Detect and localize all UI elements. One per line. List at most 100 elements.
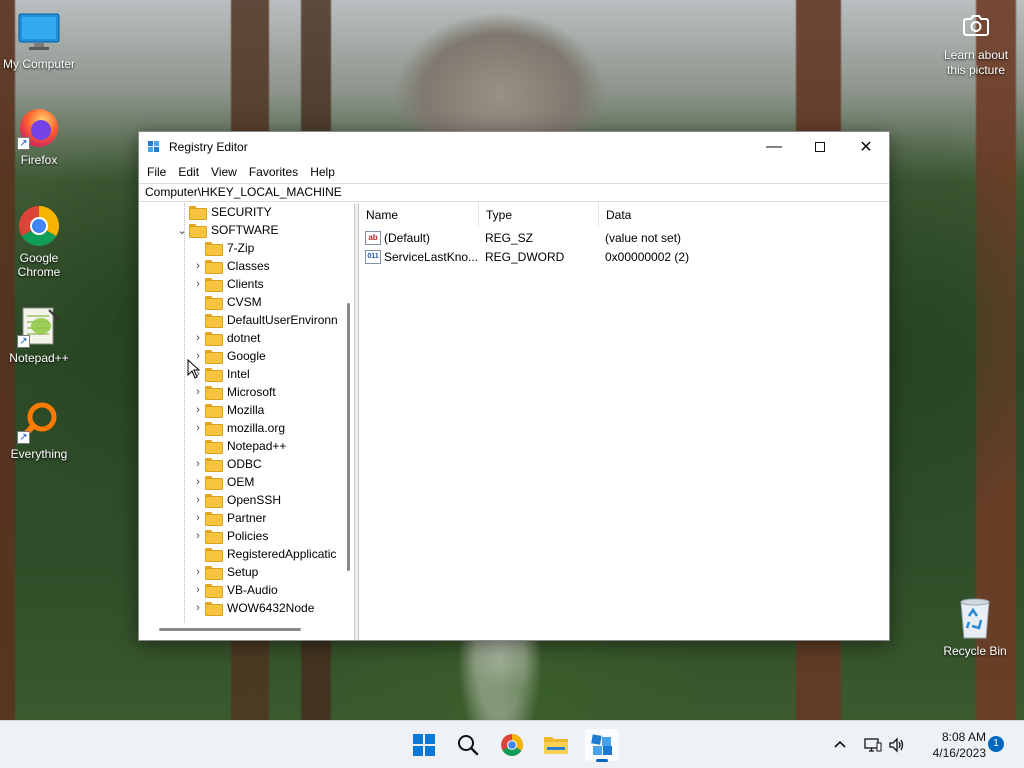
chrome-icon — [17, 204, 61, 248]
chevron-right-icon[interactable]: › — [191, 530, 205, 542]
chevron-right-icon[interactable]: › — [191, 476, 205, 488]
tree-item-registeredapplications[interactable]: RegisteredApplicatic — [191, 545, 336, 563]
taskbar-file-explorer[interactable] — [539, 729, 573, 761]
list-header: Name Type Data — [359, 203, 889, 227]
taskbar-registry-editor[interactable] — [585, 729, 619, 762]
tree-item-defaultuserenvironment[interactable]: DefaultUserEnvironn — [191, 311, 338, 329]
tray-overflow[interactable] — [832, 721, 848, 768]
tree-item-partner[interactable]: › Partner — [191, 509, 266, 527]
tree-item-oem[interactable]: › OEM — [191, 473, 254, 491]
chevron-up-icon — [834, 740, 846, 748]
column-header-type[interactable]: Type — [479, 203, 599, 227]
tree-item-label: DefaultUserEnvironn — [227, 313, 338, 327]
taskbar-chrome[interactable] — [495, 729, 529, 761]
folder-icon — [205, 584, 223, 598]
folder-icon — [205, 242, 223, 256]
binary-value-icon: 011 — [365, 249, 381, 264]
chevron-right-icon[interactable]: › — [191, 494, 205, 506]
chevron-right-icon[interactable]: › — [191, 260, 205, 272]
folder-icon — [205, 278, 223, 292]
menu-edit[interactable]: Edit — [172, 161, 205, 183]
chevron-right-icon[interactable]: › — [191, 566, 205, 578]
key-tree-pane[interactable]: SECURITY ⌄ SOFTWARE 7-Zip › Classes › Clien… — [139, 203, 355, 640]
tree-item-7zip[interactable]: 7-Zip — [191, 239, 254, 257]
folder-icon — [205, 512, 223, 526]
notification-badge[interactable]: 1 — [988, 736, 1004, 752]
value-name: ServiceLastKno... — [384, 249, 479, 264]
column-header-data[interactable]: Data — [599, 203, 749, 227]
chevron-right-icon[interactable]: › — [191, 512, 205, 524]
monitor-icon — [17, 10, 61, 54]
desktop-icon-everything[interactable]: ↗ Everything — [1, 400, 77, 461]
values-list-pane[interactable]: Name Type Data ab (Default) REG_SZ (valu… — [359, 203, 889, 640]
tree-item-notepadpp[interactable]: Notepad++ — [191, 437, 286, 455]
tree-item-microsoft[interactable]: › Microsoft — [191, 383, 276, 401]
value-row-default[interactable]: ab (Default) REG_SZ (value not set) — [359, 228, 755, 247]
learn-line-2: this picture — [946, 63, 1006, 77]
menu-view[interactable]: View — [205, 161, 243, 183]
tray-network[interactable] — [864, 721, 882, 768]
tree-item-google[interactable]: › Google — [191, 347, 266, 365]
desktop-icon-notepadpp[interactable]: ↗ Notepad++ — [1, 304, 77, 365]
chevron-right-icon[interactable]: › — [191, 602, 205, 614]
folder-icon — [189, 224, 207, 238]
value-row-servicelastknown[interactable]: 011 ServiceLastKno... REG_DWORD 0x000000… — [359, 247, 755, 266]
tree-item-openssh[interactable]: › OpenSSH — [191, 491, 281, 509]
tree-item-label: Mozilla — [227, 403, 265, 417]
tree-item-security[interactable]: SECURITY — [175, 203, 272, 221]
chevron-right-icon[interactable]: › — [191, 386, 205, 398]
tree-vertical-scrollbar[interactable] — [347, 303, 350, 571]
menu-favorites[interactable]: Favorites — [243, 161, 304, 183]
tree-item-dotnet[interactable]: › dotnet — [191, 329, 260, 347]
maximize-button[interactable] — [797, 132, 843, 161]
chevron-right-icon[interactable]: › — [191, 404, 205, 416]
title-bar[interactable]: Registry Editor — ✕ — [139, 132, 889, 161]
chevron-down-icon[interactable]: ⌄ — [175, 224, 189, 237]
tree-item-setup[interactable]: › Setup — [191, 563, 258, 581]
desktop-icon-firefox[interactable]: ↗ Firefox — [1, 106, 77, 167]
chevron-right-icon[interactable]: › — [191, 458, 205, 470]
tree-item-software[interactable]: ⌄ SOFTWARE — [175, 221, 279, 239]
tree-guide-line — [184, 203, 185, 623]
desktop-icon-recycle-bin[interactable]: Recycle Bin — [940, 596, 1010, 658]
chevron-right-icon[interactable]: › — [191, 332, 205, 344]
address-bar[interactable]: Computer\HKEY_LOCAL_MACHINE — [139, 183, 889, 202]
registry-editor-window[interactable]: Registry Editor — ✕ File Edit View Favor… — [138, 131, 890, 641]
tree-item-wow6432node[interactable]: › WOW6432Node — [191, 599, 314, 617]
tree-item-label: VB-Audio — [227, 583, 278, 597]
tray-volume[interactable] — [888, 721, 906, 768]
registry-editor-icon — [591, 734, 612, 755]
network-icon — [864, 738, 882, 752]
value-type: REG_SZ — [485, 230, 534, 245]
tree-item-mozilla-org[interactable]: › mozilla.org — [191, 419, 285, 437]
desktop-icon-label: My Computer — [2, 57, 76, 71]
tree-item-clients[interactable]: › Clients — [191, 275, 264, 293]
desktop-icon-google-chrome[interactable]: Google Chrome — [1, 204, 77, 279]
taskbar-clock[interactable]: 8:08 AM 4/16/2023 — [916, 729, 986, 761]
column-header-name[interactable]: Name — [359, 203, 479, 227]
tree-item-label: Policies — [227, 529, 269, 543]
chevron-right-icon[interactable]: › — [191, 584, 205, 596]
mouse-pointer-icon — [187, 359, 201, 379]
desktop-icon-my-computer[interactable]: My Computer — [1, 10, 77, 71]
tree-item-classes[interactable]: › Classes — [191, 257, 270, 275]
chevron-right-icon[interactable]: › — [191, 278, 205, 290]
tree-item-cvsm[interactable]: CVSM — [191, 293, 262, 311]
tree-item-policies[interactable]: › Policies — [191, 527, 268, 545]
learn-about-picture[interactable]: Learn about this picture — [936, 14, 1016, 78]
tree-item-odbc[interactable]: › ODBC — [191, 455, 262, 473]
menu-file[interactable]: File — [141, 161, 172, 183]
desktop-icon-label: Firefox — [20, 153, 58, 167]
folder-icon — [205, 548, 223, 562]
tree-horizontal-scrollbar[interactable] — [159, 628, 301, 631]
search-magnifier-icon: ↗ — [17, 400, 61, 444]
close-button[interactable]: ✕ — [843, 132, 889, 161]
menu-help[interactable]: Help — [304, 161, 341, 183]
start-button[interactable] — [407, 729, 441, 761]
tree-item-vb-audio[interactable]: › VB-Audio — [191, 581, 278, 599]
minimize-button[interactable]: — — [751, 132, 797, 161]
taskbar-search-button[interactable] — [451, 729, 485, 761]
taskbar: 8:08 AM 4/16/2023 — [0, 720, 1024, 768]
chevron-right-icon[interactable]: › — [191, 422, 205, 434]
tree-item-mozilla[interactable]: › Mozilla — [191, 401, 264, 419]
